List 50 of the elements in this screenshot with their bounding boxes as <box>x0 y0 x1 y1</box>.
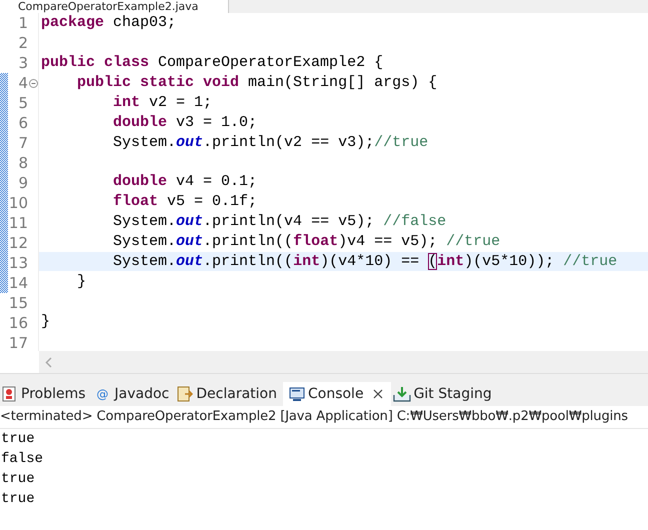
line-number: 14 <box>8 274 28 292</box>
code-line: System.out.println((int)(v4*10) == (int)(v5*10)); //true <box>112 252 618 270</box>
code-line: int v2 = 1; <box>112 94 212 111</box>
horizontal-scrollbar[interactable] <box>39 351 648 373</box>
line-number: 11 <box>8 214 28 232</box>
line-number: 6 <box>17 114 28 132</box>
code-line: package chap03; <box>41 14 176 32</box>
line-number: 2 <box>17 34 28 52</box>
scroll-left-icon[interactable] <box>45 356 52 368</box>
view-tab[interactable]: Console <box>282 382 391 406</box>
at-sign-icon: @ <box>94 387 112 401</box>
code-line: public class CompareOperatorExample2 { <box>41 54 384 72</box>
close-icon[interactable] <box>370 387 385 401</box>
declaration-icon <box>177 386 194 402</box>
line-number: 15 <box>8 294 28 312</box>
git-staging-icon <box>392 386 411 402</box>
code-line: } <box>76 272 86 290</box>
code-line: double v4 = 0.1; <box>112 173 258 190</box>
line-number: 1 <box>17 14 28 32</box>
code-line: } <box>41 312 50 330</box>
line-number: 12 <box>8 234 28 252</box>
console-output: true <box>0 470 36 489</box>
code-line: public static void main(String[] args) { <box>76 74 438 92</box>
code-line: System.out.println(v4 == v5); //false <box>112 213 446 230</box>
code-line: float v5 = 0.1f; <box>112 193 258 210</box>
line-number: 8 <box>17 154 28 172</box>
line-number: 7 <box>17 134 28 152</box>
line-number: 10 <box>8 194 28 212</box>
editor-tab[interactable]: CompareOperatorExample2.java <box>0 0 230 13</box>
line-number: 4 <box>17 74 28 92</box>
console-output: true <box>0 490 36 509</box>
view-tab[interactable]: @ Javadoc <box>92 382 176 406</box>
view-tab[interactable]: Declaration <box>175 382 283 406</box>
line-number: 5 <box>17 94 28 112</box>
code-line: double v3 = 1.0; <box>112 114 258 131</box>
line-number: 3 <box>17 54 28 72</box>
monitor-icon <box>288 386 305 402</box>
code-line: System.out.println(v2 == v3);//true <box>112 134 428 151</box>
panel-separator[interactable] <box>0 373 648 382</box>
console-output: false <box>0 450 44 469</box>
view-tab[interactable]: Git Staging <box>390 382 498 406</box>
console-output: true <box>0 430 36 449</box>
line-number: 17 <box>8 334 28 352</box>
problems-icon <box>2 386 18 402</box>
line-number: 9 <box>17 174 28 192</box>
collapse-icon[interactable] <box>29 78 38 88</box>
view-tab[interactable]: Problems <box>0 382 92 406</box>
code-line: System.out.println((float)v4 == v5); //true <box>112 233 500 250</box>
line-number: 16 <box>8 314 28 332</box>
line-number: 13 <box>8 254 28 272</box>
